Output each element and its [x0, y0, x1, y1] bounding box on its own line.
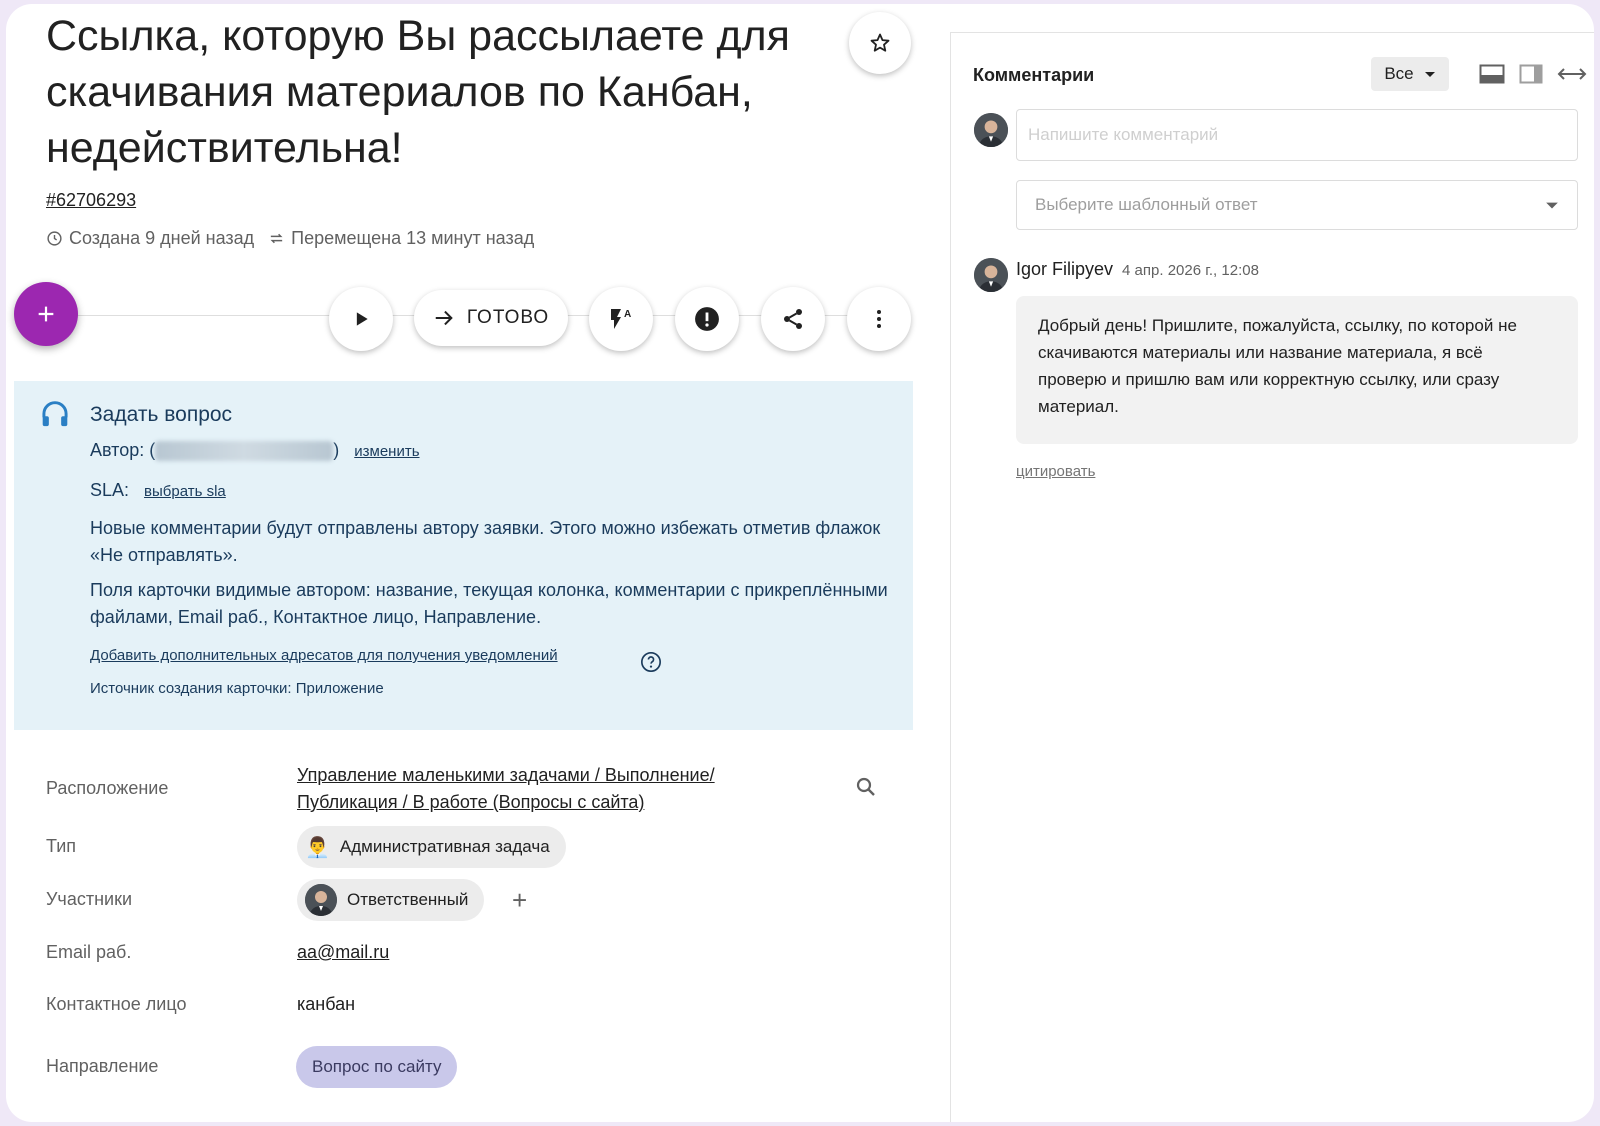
- svg-text:A: A: [624, 309, 631, 320]
- caret-down-icon: [1424, 72, 1435, 77]
- author-name-redacted: [155, 441, 334, 462]
- member-role: Ответственный: [347, 890, 469, 909]
- quote-link[interactable]: цитировать: [1016, 463, 1095, 480]
- plus-icon: [38, 306, 54, 322]
- visible-fields-note: Поля карточки видимые автором: название,…: [90, 580, 888, 627]
- comment-text: Добрый день! Пришлите, пожалуйста, ссылк…: [1016, 296, 1578, 444]
- filter-value: Все: [1384, 64, 1414, 83]
- share-button[interactable]: [761, 287, 825, 351]
- template-placeholder: Выберите шаблонный ответ: [1035, 195, 1258, 214]
- type-label: Тип: [46, 836, 77, 856]
- select-sla-link[interactable]: выбрать sla: [144, 483, 226, 500]
- service-desk-title: Задать вопрос: [90, 403, 233, 426]
- sla-label: SLA:: [90, 480, 130, 500]
- help-icon[interactable]: [640, 651, 662, 678]
- search-icon[interactable]: [854, 775, 878, 804]
- play-icon: [356, 312, 368, 326]
- avatar: [974, 113, 1008, 147]
- caret-down-icon: [1546, 202, 1558, 209]
- headset-icon: [40, 399, 70, 436]
- email-value[interactable]: aa@mail.ru: [297, 942, 389, 963]
- sla-row: SLA: выбрать sla: [90, 480, 226, 501]
- add-recipients-link[interactable]: Добавить дополнительных адресатов для по…: [90, 647, 558, 664]
- template-select[interactable]: Выберите шаблонный ответ: [1016, 180, 1578, 230]
- add-member-icon[interactable]: +: [512, 887, 527, 913]
- direction-chip[interactable]: Вопрос по сайту: [296, 1046, 458, 1088]
- office-worker-icon: 👨‍💼: [305, 836, 330, 859]
- comment-author: Igor Filipyev 4 апр. 2026 г., 12:08: [1016, 259, 1259, 280]
- moved-time: Перемещена 13 минут назад: [291, 228, 535, 248]
- comment-time: 4 апр. 2026 г., 12:08: [1122, 262, 1259, 279]
- share-icon: [784, 309, 802, 329]
- location-label: Расположение: [46, 778, 169, 798]
- card-meta: Создана 9 дней назад Перемещена 13 минут…: [46, 228, 534, 249]
- resize-icon[interactable]: [1557, 64, 1587, 89]
- alert-icon: [695, 307, 719, 331]
- done-label: ГОТОВО: [466, 307, 550, 328]
- star-icon: [870, 33, 890, 52]
- panel-right-icon[interactable]: [1519, 64, 1543, 89]
- email-label: Email раб.: [46, 942, 132, 962]
- card-title[interactable]: Ссылка, которую Вы рассылаете для скачив…: [46, 8, 826, 176]
- block-button[interactable]: [675, 287, 739, 351]
- change-author-link[interactable]: изменить: [354, 443, 419, 460]
- author-close: ): [333, 440, 340, 460]
- author-label: Автор: (: [90, 440, 156, 460]
- member-chip[interactable]: Ответственный: [297, 879, 485, 921]
- notification-note: Новые комментарии будут отправлены автор…: [90, 518, 881, 565]
- comment-author-name: Igor Filipyev: [1016, 259, 1114, 279]
- more-button[interactable]: [847, 287, 911, 351]
- contact-value[interactable]: канбан: [297, 994, 355, 1015]
- card-source: Источник создания карточки: Приложение: [90, 680, 384, 697]
- members-label: Участники: [46, 889, 132, 909]
- type-value: Административная задача: [339, 837, 550, 856]
- favorite-button[interactable]: [849, 12, 911, 74]
- avatar: [305, 884, 337, 916]
- card-window: Ссылка, которую Вы рассылаете для скачив…: [6, 4, 1594, 1122]
- card-id[interactable]: #62706293: [46, 190, 136, 211]
- created-time: Создана 9 дней назад: [69, 228, 255, 248]
- type-chip[interactable]: 👨‍💼 Административная задача: [297, 826, 566, 868]
- add-button[interactable]: [14, 282, 78, 346]
- card-details: Ссылка, которую Вы рассылаете для скачив…: [6, 4, 950, 1122]
- direction-label: Направление: [46, 1056, 159, 1076]
- comment-input[interactable]: Напишите комментарий: [1016, 109, 1578, 161]
- avatar: [974, 258, 1008, 292]
- comments-filter[interactable]: Все: [1371, 57, 1449, 91]
- arrow-right-icon: [435, 310, 453, 326]
- swap-icon: [268, 230, 285, 247]
- location-link[interactable]: Управление маленькими задачами / Выполне…: [297, 762, 787, 816]
- comments-title: Комментарии: [973, 65, 1095, 85]
- more-vertical-icon: [877, 310, 881, 328]
- flash-auto-icon: A: [611, 309, 631, 329]
- author-row: Автор: () изменить: [90, 440, 420, 462]
- clock-icon: [46, 230, 63, 247]
- start-button[interactable]: [329, 287, 393, 351]
- done-button[interactable]: ГОТОВО: [414, 290, 568, 346]
- service-desk-panel: Задать вопрос Автор: () изменить SLA: вы…: [14, 381, 913, 730]
- panel-bottom-icon[interactable]: [1479, 64, 1505, 89]
- comments-panel: Комментарии Все Напишите комментарий Выб…: [950, 32, 1594, 1122]
- auto-action-button[interactable]: A: [589, 287, 653, 351]
- contact-label: Контактное лицо: [46, 994, 187, 1014]
